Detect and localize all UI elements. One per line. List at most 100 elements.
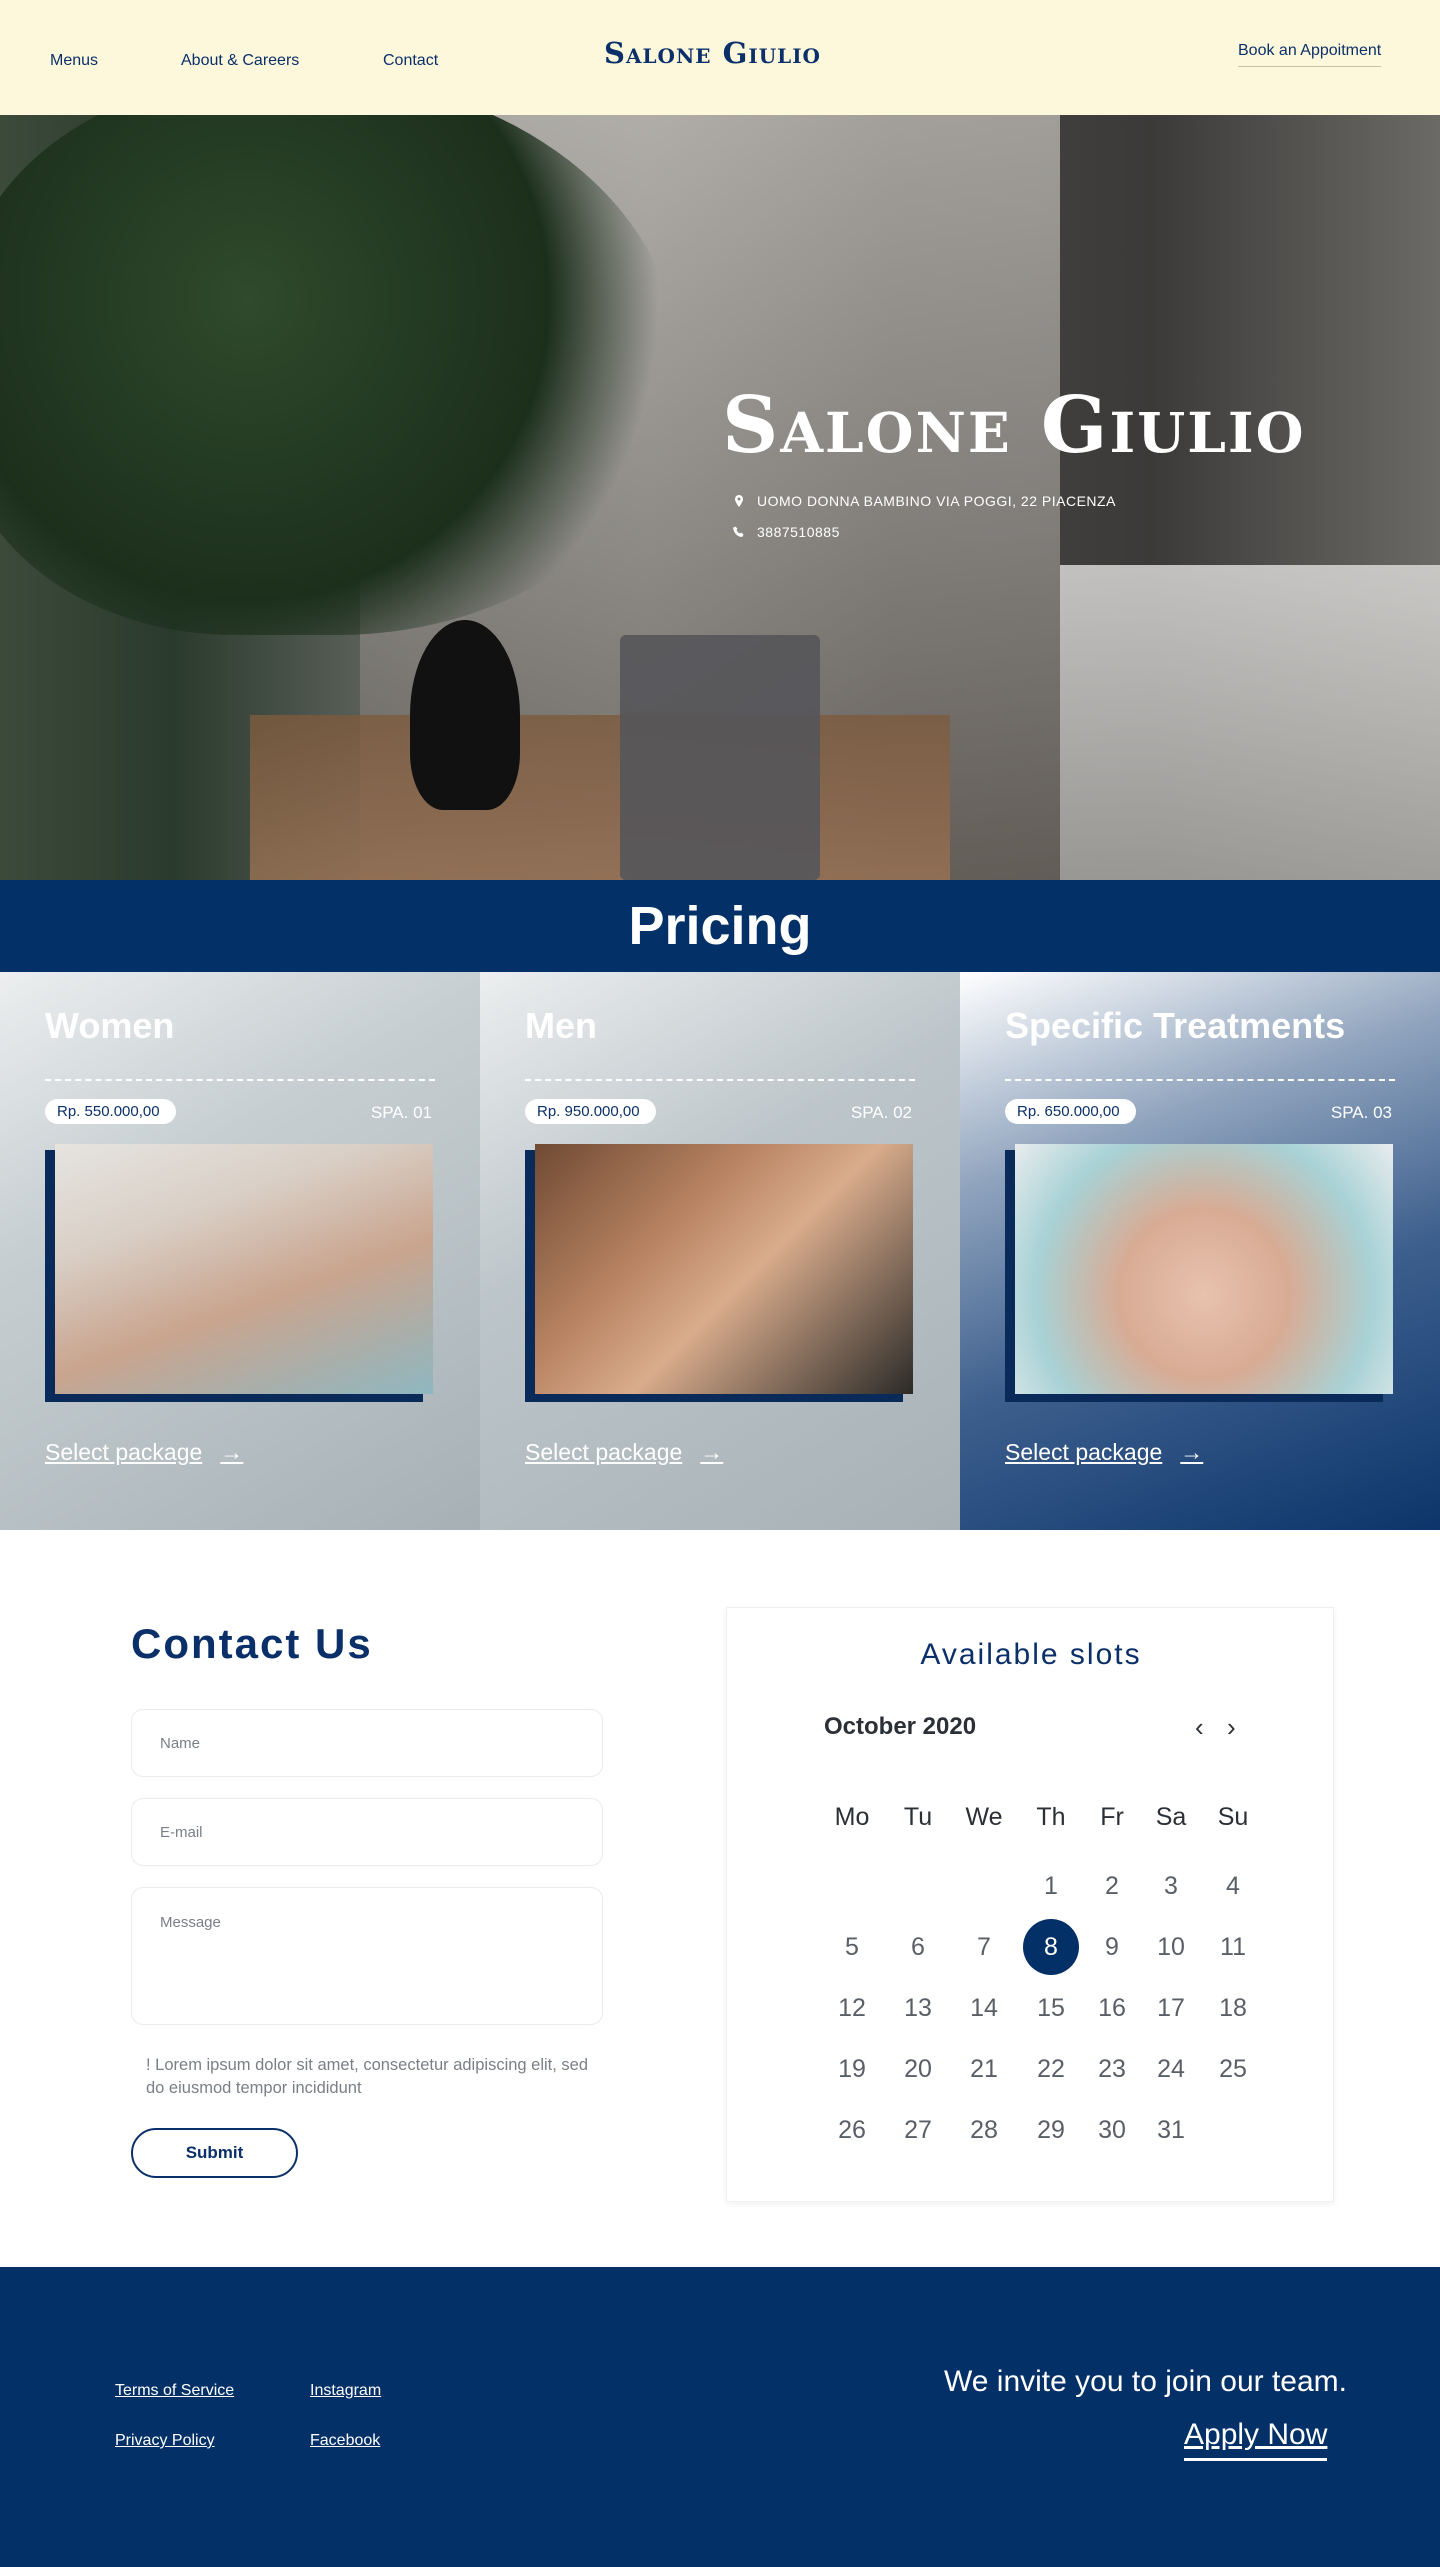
brand-logo[interactable]: Salone Giulio [604, 36, 821, 70]
arrow-right-icon: → [700, 1439, 724, 1465]
calendar-day[interactable]: 4 [1205, 1858, 1261, 1914]
arrow-right-icon: → [220, 1439, 244, 1465]
form-note: ! Lorem ipsum dolor sit amet, consectetu… [146, 2056, 589, 2097]
calendar-day-selected[interactable]: 8 [1023, 1919, 1079, 1975]
availability-calendar: Available slots October 2020 ‹ › Mo Tu We T… [726, 1607, 1334, 2202]
chevron-left-icon[interactable]: ‹ [1195, 1712, 1204, 1743]
arrow-right-icon: → [1180, 1439, 1204, 1465]
calendar-day[interactable]: 16 [1084, 1980, 1140, 2036]
calendar-day[interactable]: 7 [956, 1919, 1012, 1975]
weekday-label: Fr [1100, 1803, 1124, 1831]
footer-link-privacy[interactable]: Privacy Policy [115, 2432, 215, 2450]
calendar-day[interactable]: 9 [1084, 1919, 1140, 1975]
card-divider [45, 1079, 435, 1081]
hero-address-text: UOMO DONNA BAMBINO VIA POGGI, 22 PIACENZ… [757, 493, 1116, 509]
hero-photo-cabinet [1060, 565, 1440, 880]
women-facial-photo [55, 1144, 433, 1394]
price-badge: Rp. 550.000,00 [45, 1099, 176, 1124]
calendar-day[interactable]: 29 [1023, 2102, 1079, 2158]
calendar-day[interactable]: 20 [890, 2041, 946, 2097]
weekday-label: Tu [903, 1803, 933, 1831]
calendar-day[interactable]: 2 [1084, 1858, 1140, 1914]
card-divider [525, 1079, 915, 1081]
top-navbar: Menus About & Careers Contact Salone Giu… [0, 0, 1440, 115]
calendar-day[interactable]: 12 [824, 1980, 880, 2036]
hero-title: Salone Giulio [722, 380, 1306, 471]
book-appointment-link[interactable]: Book an Appoitment [1238, 42, 1382, 67]
price-badge: Rp. 650.000,00 [1005, 1099, 1136, 1124]
calendar-day[interactable]: 19 [824, 2041, 880, 2097]
pricing-heading: Pricing [0, 880, 1440, 972]
footer-link-facebook[interactable]: Facebook [310, 2432, 380, 2450]
calendar-title: Available slots [920, 1638, 1142, 1671]
calendar-day[interactable]: 13 [890, 1980, 946, 2036]
phone-icon [733, 526, 744, 537]
footer-link-instagram[interactable]: Instagram [310, 2382, 381, 2400]
pricing-card-men: Men Rp. 950.000,00 SPA. 02 Select packag… [480, 972, 960, 1530]
package-code: SPA. 01 [370, 1103, 432, 1122]
calendar-day[interactable]: 11 [1205, 1919, 1261, 1975]
hero-phone-text[interactable]: 3887510885 [757, 524, 840, 540]
select-package-button[interactable]: Select package → [1005, 1439, 1203, 1466]
apply-now-link[interactable]: Apply Now [1184, 2418, 1328, 2461]
men-massage-photo [535, 1144, 913, 1394]
calendar-day[interactable]: 24 [1143, 2041, 1199, 2097]
calendar-day[interactable]: 1 [1023, 1858, 1079, 1914]
hero-address: UOMO DONNA BAMBINO VIA POGGI, 22 PIACENZ… [733, 493, 1116, 509]
calendar-day[interactable]: 30 [1084, 2102, 1140, 2158]
calendar-day[interactable]: 18 [1205, 1980, 1261, 2036]
contact-heading: Contact Us [131, 1620, 373, 1667]
careers-invite-text: We invite you to join our team. [944, 2365, 1347, 2398]
name-field[interactable]: Name [131, 1709, 603, 1777]
weekday-label: Su [1217, 1803, 1249, 1831]
calendar-day[interactable]: 23 [1084, 2041, 1140, 2097]
calendar-day[interactable]: 21 [956, 2041, 1012, 2097]
calendar-day[interactable]: 27 [890, 2102, 946, 2158]
hero-photo-vase [410, 620, 520, 810]
calendar-day[interactable]: 14 [956, 1980, 1012, 2036]
pricing-card-women: Women Rp. 550.000,00 SPA. 01 Select pack… [0, 972, 480, 1530]
select-package-label: Select package [1005, 1439, 1163, 1465]
chevron-right-icon[interactable]: › [1227, 1712, 1236, 1743]
weekday-label: Mo [834, 1803, 870, 1831]
hero-photo-plant [0, 115, 680, 635]
select-package-label: Select package [45, 1439, 203, 1465]
pricing-card-specific-treatments: Specific Treatments Rp. 650.000,00 SPA. … [960, 972, 1440, 1530]
calendar-day[interactable]: 25 [1205, 2041, 1261, 2097]
nav-link-about-careers[interactable]: About & Careers [181, 52, 299, 70]
location-pin-icon [735, 495, 743, 507]
calendar-day[interactable]: 10 [1143, 1919, 1199, 1975]
hero-banner: Salone Giulio UOMO DONNA BAMBINO VIA POG… [0, 115, 1440, 880]
nav-link-menus[interactable]: Menus [50, 52, 98, 70]
calendar-day[interactable]: 5 [824, 1919, 880, 1975]
calendar-day[interactable]: 22 [1023, 2041, 1079, 2097]
card-title: Specific Treatments [1005, 1005, 1346, 1046]
package-code: SPA. 02 [850, 1103, 912, 1122]
hero-phone: 3887510885 [733, 524, 840, 540]
calendar-day[interactable]: 3 [1143, 1858, 1199, 1914]
submit-button[interactable]: Submit [131, 2128, 298, 2178]
calendar-day[interactable]: 26 [824, 2102, 880, 2158]
hero-photo-floor [250, 715, 950, 880]
card-divider [1005, 1079, 1395, 1081]
footer-link-terms[interactable]: Terms of Service [115, 2382, 234, 2400]
site-footer: Terms of Service Instagram Privacy Polic… [0, 2267, 1440, 2567]
hero-photo-chair [620, 635, 820, 880]
weekday-label: Th [1036, 1803, 1066, 1831]
calendar-day[interactable]: 15 [1023, 1980, 1079, 2036]
select-package-button[interactable]: Select package → [45, 1439, 243, 1466]
email-field[interactable]: E-mail [131, 1798, 603, 1866]
calendar-day[interactable]: 6 [890, 1919, 946, 1975]
card-title: Women [45, 1005, 175, 1046]
nav-link-contact[interactable]: Contact [383, 52, 438, 70]
calendar-day[interactable]: 31 [1143, 2102, 1199, 2158]
price-badge: Rp. 950.000,00 [525, 1099, 656, 1124]
treatment-face-photo [1015, 1144, 1393, 1394]
calendar-day[interactable]: 28 [956, 2102, 1012, 2158]
message-field[interactable]: Message [131, 1887, 603, 2025]
weekday-label: Sa [1155, 1803, 1187, 1831]
calendar-day[interactable]: 17 [1143, 1980, 1199, 2036]
select-package-button[interactable]: Select package → [525, 1439, 723, 1466]
card-title: Men [525, 1005, 597, 1046]
select-package-label: Select package [525, 1439, 683, 1465]
